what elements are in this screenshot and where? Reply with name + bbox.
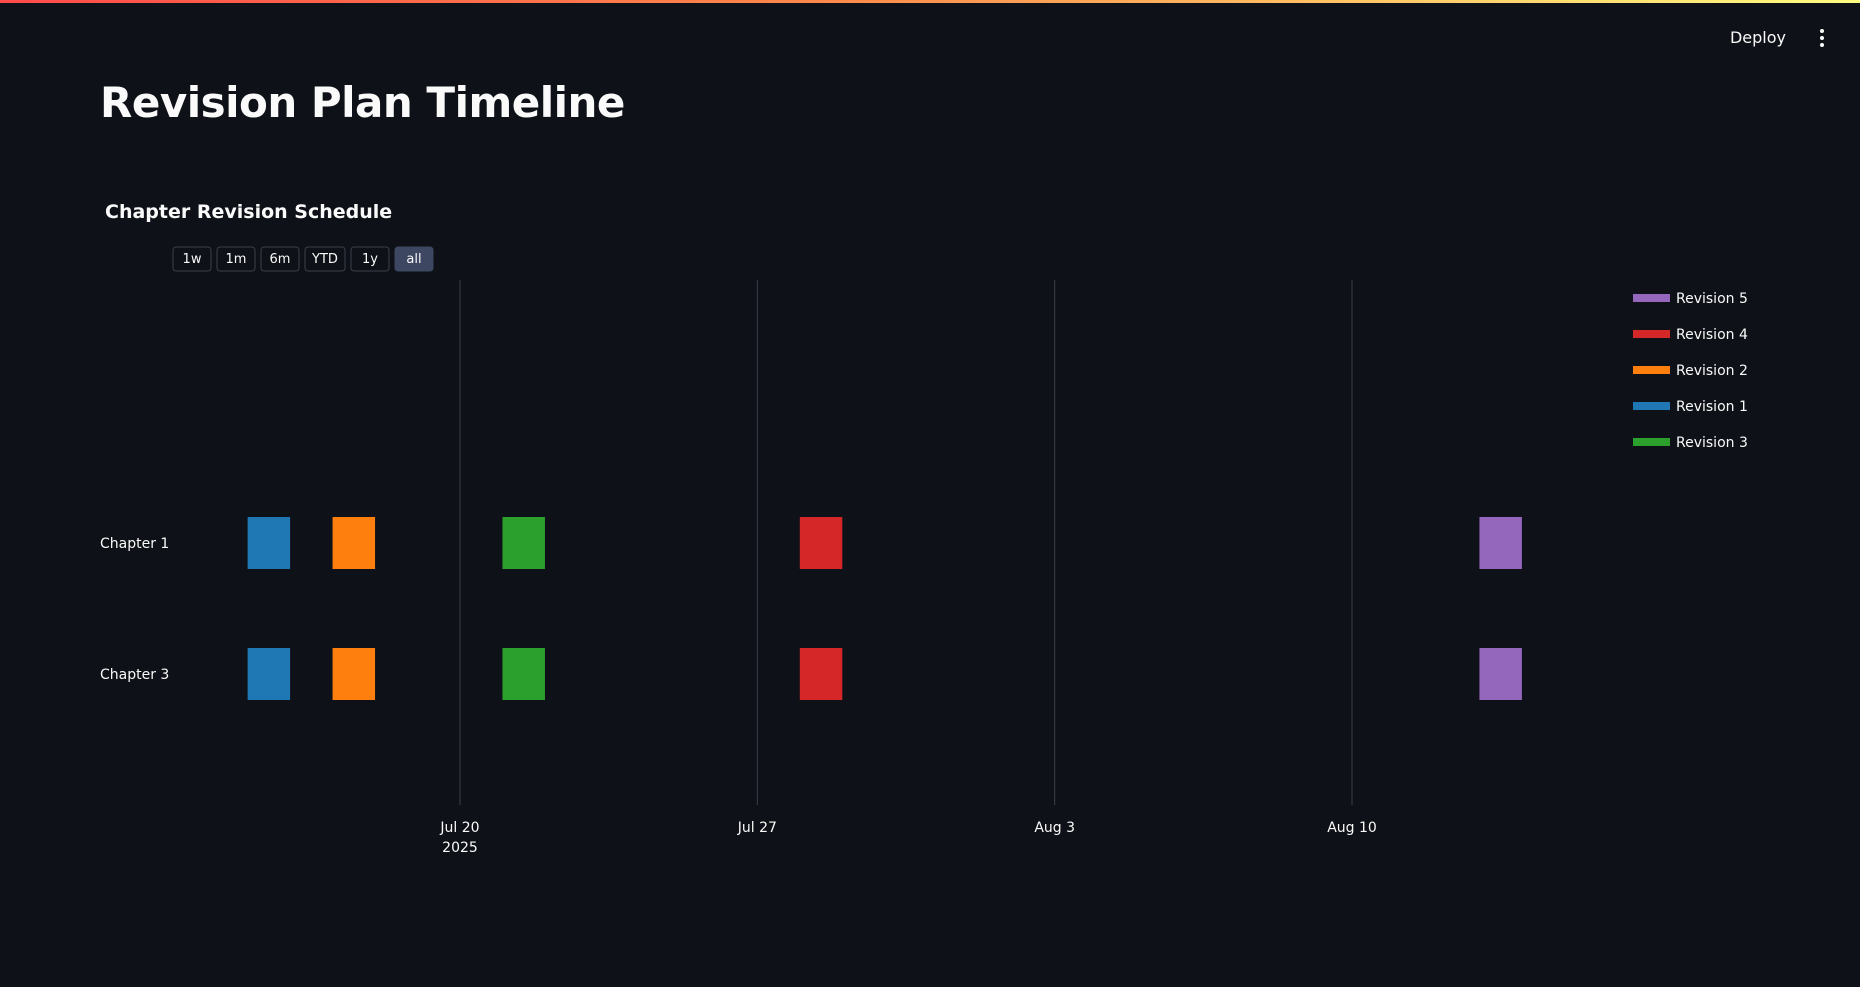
range-button-label: 1m bbox=[226, 252, 247, 267]
timeline-bar[interactable] bbox=[1479, 648, 1522, 700]
timeline-bar[interactable] bbox=[332, 648, 376, 700]
legend-label: Revision 4 bbox=[1676, 327, 1748, 343]
legend-label: Revision 5 bbox=[1676, 291, 1748, 307]
timeline-bar[interactable] bbox=[247, 517, 291, 569]
y-category-label: Chapter 1 bbox=[100, 536, 169, 552]
range-button-label: YTD bbox=[311, 252, 338, 267]
y-axis: Chapter 1 Chapter 3 bbox=[100, 536, 169, 683]
range-button-all[interactable]: all bbox=[394, 246, 434, 272]
legend-label: Revision 2 bbox=[1676, 363, 1748, 379]
range-button-label: 1y bbox=[362, 252, 378, 267]
y-category-label: Chapter 3 bbox=[100, 667, 169, 683]
range-button-label: 1w bbox=[183, 252, 202, 267]
timeline-bar[interactable] bbox=[799, 648, 843, 700]
legend-item[interactable]: Revision 3 bbox=[1633, 435, 1748, 451]
timeline-bar[interactable] bbox=[332, 517, 376, 569]
legend-label: Revision 1 bbox=[1676, 399, 1748, 415]
range-button-label: all bbox=[406, 252, 421, 267]
x-tick-label: Aug 10 bbox=[1327, 820, 1377, 836]
x-tick-year-label: 2025 bbox=[442, 840, 478, 856]
legend-swatch bbox=[1633, 402, 1670, 410]
x-axis: Jul 20 2025 Jul 27 Aug 3 Aug 10 bbox=[439, 820, 1376, 856]
chart-title: Chapter Revision Schedule bbox=[105, 201, 392, 223]
legend-item[interactable]: Revision 4 bbox=[1633, 327, 1748, 343]
range-button-1m[interactable]: 1m bbox=[216, 246, 256, 272]
range-selector: 1w 1m 6m YTD 1y all bbox=[172, 246, 434, 272]
range-button-1y[interactable]: 1y bbox=[350, 246, 390, 272]
chart-container: Chapter Revision Schedule 1w 1m 6m YTD 1y all… bbox=[0, 0, 1860, 987]
range-button-label: 6m bbox=[270, 252, 291, 267]
x-tick-label: Jul 20 bbox=[439, 820, 479, 836]
range-button-ytd[interactable]: YTD bbox=[304, 246, 346, 272]
legend-swatch bbox=[1633, 294, 1670, 302]
legend-swatch bbox=[1633, 330, 1670, 338]
legend-item[interactable]: Revision 5 bbox=[1633, 291, 1748, 307]
range-button-6m[interactable]: 6m bbox=[260, 246, 300, 272]
plot-area bbox=[247, 517, 1522, 700]
timeline-bar[interactable] bbox=[247, 648, 291, 700]
timeline-bar[interactable] bbox=[502, 648, 545, 700]
x-tick-label: Jul 27 bbox=[737, 820, 777, 836]
legend-label: Revision 3 bbox=[1676, 435, 1748, 451]
timeline-bar[interactable] bbox=[799, 517, 843, 569]
x-tick-label: Aug 3 bbox=[1034, 820, 1075, 836]
timeline-chart[interactable]: Chapter Revision Schedule 1w 1m 6m YTD 1y all… bbox=[0, 0, 1860, 987]
legend-swatch bbox=[1633, 438, 1670, 446]
legend-item[interactable]: Revision 1 bbox=[1633, 399, 1748, 415]
range-button-1w[interactable]: 1w bbox=[172, 246, 212, 272]
gridlines bbox=[459, 280, 1353, 805]
legend-swatch bbox=[1633, 366, 1670, 374]
timeline-bar[interactable] bbox=[502, 517, 545, 569]
legend: Revision 5 Revision 4 Revision 2 Revision 1… bbox=[1633, 291, 1748, 451]
legend-item[interactable]: Revision 2 bbox=[1633, 363, 1748, 379]
timeline-bar[interactable] bbox=[1479, 517, 1522, 569]
